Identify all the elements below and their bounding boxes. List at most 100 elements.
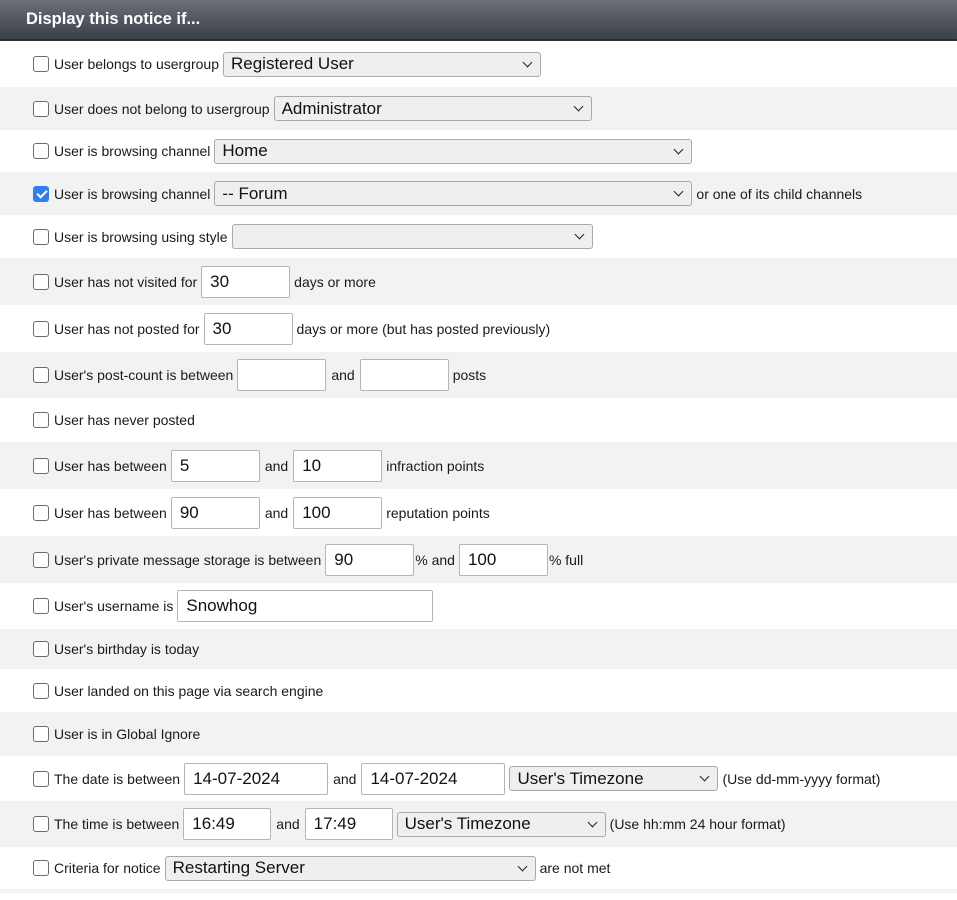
infraction-checkbox[interactable]	[33, 457, 49, 474]
username-label: User's username is	[54, 598, 174, 614]
infraction-label: User has between	[54, 457, 167, 474]
next-row-edge	[0, 889, 957, 893]
channel-child-select[interactable]: -- Forum	[214, 181, 693, 206]
infraction-and: and	[264, 457, 289, 474]
chevron-down-icon	[700, 771, 710, 782]
not-posted-checkbox[interactable]	[33, 320, 49, 337]
postcount-checkbox[interactable]	[33, 367, 49, 383]
not-posted-days-input[interactable]: 30	[203, 312, 293, 345]
birthday-checkbox[interactable]	[33, 641, 49, 657]
channel-child-select-value: -- Forum	[222, 183, 288, 203]
time-timezone-value: User's Timezone	[404, 814, 531, 833]
date-label: The date is between	[54, 770, 181, 787]
criteria-row-not-posted: User has not posted for 30 days or more …	[0, 305, 957, 352]
birthday-label: User's birthday is today	[54, 641, 200, 657]
pm-storage-and: % and	[415, 551, 455, 568]
not-usergroup-label: User does not belong to usergroup	[54, 100, 270, 117]
channel-child-checkbox[interactable]	[33, 185, 49, 202]
notice-criteria-select[interactable]: Restarting Server	[164, 855, 536, 881]
global-ignore-label: User is in Global Ignore	[54, 726, 201, 742]
username-input[interactable]: Snowhog	[177, 590, 434, 622]
section-title: Display this notice if...	[26, 10, 201, 28]
postcount-min-input[interactable]	[237, 359, 327, 391]
pm-storage-label: User's private message storage is betwee…	[54, 551, 322, 568]
not-usergroup-select-value: Administrator	[281, 98, 382, 118]
channel-label: User is browsing channel	[54, 143, 211, 159]
not-visited-checkbox[interactable]	[33, 273, 49, 290]
criteria-row-not-visited: User has not visited for 30 days or more	[0, 258, 957, 305]
usergroup-checkbox[interactable]	[33, 56, 49, 72]
chevron-down-icon	[587, 817, 598, 827]
not-posted-suffix: days or more (but has posted previously)	[296, 320, 551, 337]
pm-storage-max-input[interactable]: 100	[458, 543, 548, 576]
date-checkbox[interactable]	[33, 770, 49, 787]
criteria-row-reputation: User has between 90 and 100 reputation p…	[0, 489, 957, 536]
style-label: User is browsing using style	[54, 228, 228, 245]
chevron-down-icon	[574, 229, 584, 240]
time-and: and	[276, 816, 300, 832]
notice-criteria-checkbox[interactable]	[33, 860, 49, 876]
time-start-input[interactable]: 16:49	[183, 808, 272, 840]
not-posted-label: User has not posted for	[54, 320, 200, 337]
chevron-down-icon	[522, 57, 533, 67]
criteria-row-usergroup: User belongs to usergroup Registered Use…	[0, 41, 957, 87]
date-start-input[interactable]: 14-07-2024	[184, 762, 329, 795]
not-usergroup-checkbox[interactable]	[33, 100, 49, 117]
username-checkbox[interactable]	[33, 598, 49, 614]
channel-select[interactable]: Home	[214, 138, 693, 164]
pm-storage-suffix: % full	[548, 551, 584, 568]
not-usergroup-select[interactable]: Administrator	[273, 96, 592, 121]
postcount-max-input[interactable]	[359, 359, 449, 391]
criteria-row-search-engine: User landed on this page via search engi…	[0, 669, 957, 712]
reputation-and: and	[264, 504, 289, 521]
criteria-row-global-ignore: User is in Global Ignore	[0, 712, 957, 756]
reputation-min-input[interactable]: 90	[170, 496, 260, 529]
notice-criteria-suffix: are not met	[539, 860, 611, 876]
time-timezone-select[interactable]: User's Timezone	[396, 811, 606, 837]
criteria-row-birthday: User's birthday is today	[0, 629, 957, 669]
style-checkbox[interactable]	[33, 228, 49, 245]
infraction-suffix: infraction points	[386, 457, 485, 474]
criteria-row-username: User's username is Snowhog	[0, 583, 957, 629]
usergroup-select[interactable]: Registered User	[223, 51, 541, 77]
date-end-input[interactable]: 14-07-2024	[361, 762, 506, 795]
chevron-down-icon	[573, 101, 584, 112]
usergroup-label: User belongs to usergroup	[54, 56, 219, 72]
postcount-and: and	[331, 367, 355, 383]
infraction-max-input[interactable]: 10	[293, 449, 383, 482]
usergroup-select-value: Registered User	[231, 54, 354, 73]
time-label: The time is between	[54, 816, 180, 832]
reputation-checkbox[interactable]	[33, 504, 49, 521]
search-engine-label: User landed on this page via search engi…	[54, 682, 324, 699]
reputation-max-input[interactable]: 100	[293, 496, 383, 529]
criteria-row-never-posted: User has never posted	[0, 398, 957, 442]
global-ignore-checkbox[interactable]	[33, 726, 49, 742]
criteria-row-infraction: User has between 5 and 10 infraction poi…	[0, 442, 957, 489]
criteria-row-channel: User is browsing channel Home	[0, 130, 957, 172]
chevron-down-icon	[673, 144, 684, 154]
criteria-row-channel-child: User is browsing channel -- Forum or one…	[0, 172, 957, 215]
criteria-row-notice-criteria: Criteria for notice Restarting Server ar…	[0, 847, 957, 889]
pm-storage-min-input[interactable]: 90	[325, 543, 415, 576]
channel-child-label: User is browsing channel	[54, 185, 211, 202]
reputation-suffix: reputation points	[386, 504, 490, 521]
never-posted-label: User has never posted	[54, 412, 195, 428]
style-select[interactable]	[231, 224, 593, 249]
reputation-label: User has between	[54, 504, 167, 521]
time-end-input[interactable]: 17:49	[304, 808, 393, 840]
infraction-min-input[interactable]: 5	[170, 449, 260, 482]
search-engine-checkbox[interactable]	[33, 682, 49, 699]
postcount-suffix: posts	[452, 367, 487, 383]
not-visited-days-input[interactable]: 30	[201, 265, 291, 298]
pm-storage-checkbox[interactable]	[33, 551, 49, 568]
notice-criteria-select-value: Restarting Server	[172, 858, 305, 877]
never-posted-checkbox[interactable]	[33, 412, 49, 428]
chevron-down-icon	[673, 186, 684, 197]
time-format-hint: (Use hh:mm 24 hour format)	[609, 816, 786, 832]
time-checkbox[interactable]	[33, 816, 49, 832]
date-timezone-select[interactable]: User's Timezone	[509, 766, 719, 791]
criteria-row-date: The date is between 14-07-2024 and 14-07…	[0, 756, 957, 801]
channel-checkbox[interactable]	[33, 143, 49, 159]
notice-criteria-label: Criteria for notice	[54, 860, 161, 876]
section-header: Display this notice if...	[0, 0, 957, 41]
